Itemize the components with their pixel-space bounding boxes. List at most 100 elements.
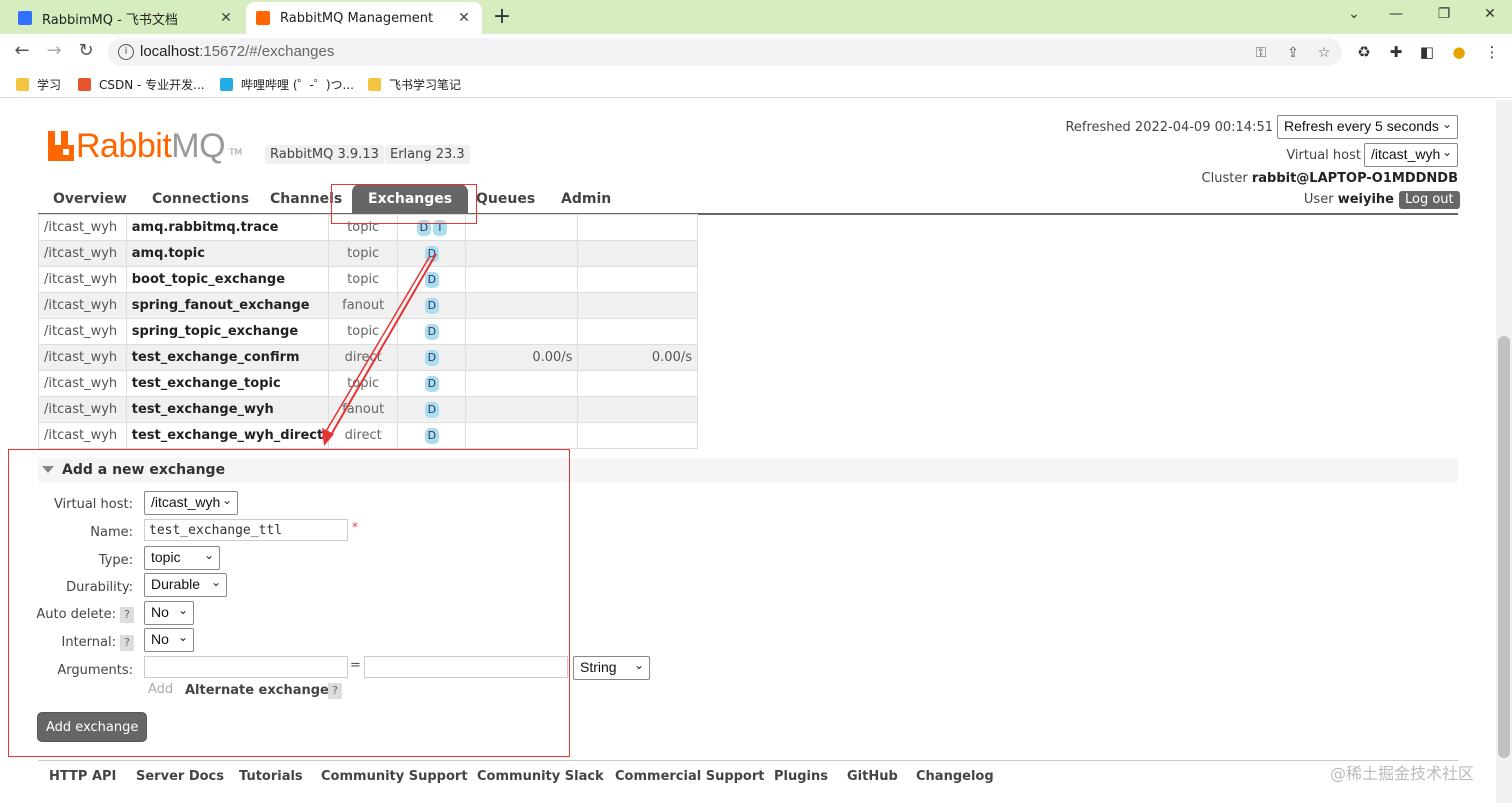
tab-search-icon[interactable]: ⌄ <box>1342 6 1366 22</box>
message-rate-out-cell <box>577 396 698 423</box>
exchange-name-link[interactable]: spring_fanout_exchange <box>125 292 330 319</box>
footer-link-changelog[interactable]: Changelog <box>916 769 994 784</box>
message-rate-in-cell <box>465 318 579 345</box>
annotation-box-add-exchange-form <box>8 449 570 757</box>
rabbitmq-logo-mark-icon <box>48 131 74 161</box>
rabbitmq-logo: RabbitMQ TM <box>48 126 242 165</box>
site-info-icon[interactable]: i <box>118 44 134 60</box>
argument-type-value: String <box>580 659 617 675</box>
type-cell: direct <box>328 344 399 371</box>
new-tab-button[interactable]: + <box>490 4 514 30</box>
key-icon[interactable]: ⚿ <box>1252 45 1270 61</box>
table-row[interactable]: /itcast_wyh amq.topic topic D <box>38 240 698 267</box>
features-cell: D <box>397 422 467 449</box>
message-rate-out-cell <box>577 370 698 397</box>
exchange-name-link[interactable]: amq.rabbitmq.trace <box>125 214 330 241</box>
message-rate-out-cell <box>577 318 698 345</box>
logo-rabbit: Rabbit <box>76 126 172 165</box>
address-bar[interactable]: i localhost:15672/#/exchanges ⚿ ⇪ ☆ <box>108 38 1342 66</box>
virtual-host-select[interactable]: /itcast_wyh ⌄ <box>1364 143 1458 167</box>
tab-title: RabbitMQ Management <box>280 10 434 26</box>
close-tab-icon[interactable]: ✕ <box>218 10 234 26</box>
exchange-name-link[interactable]: amq.topic <box>125 240 330 267</box>
footer-link-commercial-support[interactable]: Commercial Support <box>615 769 765 784</box>
table-row[interactable]: /itcast_wyh test_exchange_wyh_direct direc… <box>38 422 698 449</box>
table-row[interactable]: /itcast_wyh test_exchange_topic topic D <box>38 370 698 397</box>
browser-tab-rabbitmq[interactable]: RabbitMQ Management ✕ <box>246 2 482 34</box>
browser-tab-feishu[interactable]: RabbimMQ - 飞书文档 ✕ <box>8 2 244 34</box>
table-row[interactable]: /itcast_wyh test_exchange_confirm direct D 0… <box>38 344 698 371</box>
refreshed-timestamp: Refreshed 2022-04-09 00:14:51 <box>1065 120 1273 135</box>
table-row[interactable]: /itcast_wyh spring_fanout_exchange fanout D <box>38 292 698 319</box>
argument-type-select[interactable]: String ⌄ <box>573 656 650 680</box>
url-path: :15672/#/exchanges <box>199 43 335 60</box>
csdn-icon <box>78 78 91 91</box>
vhost-cell: /itcast_wyh <box>38 266 127 293</box>
extensions-puzzle-icon[interactable]: ✚ <box>1386 43 1406 61</box>
footer-link-plugins[interactable]: Plugins <box>774 769 828 784</box>
footer-link-http-api[interactable]: HTTP API <box>49 769 116 784</box>
features-cell: D <box>397 344 467 371</box>
exchange-name-link[interactable]: test_exchange_confirm <box>125 344 330 371</box>
tab-strip: RabbimMQ - 飞书文档 ✕ RabbitMQ Management ✕ … <box>0 0 1512 34</box>
tab-queues[interactable]: Queues <box>476 184 535 214</box>
vhost-cell: /itcast_wyh <box>38 344 127 371</box>
close-window-button[interactable]: ✕ <box>1478 6 1502 22</box>
vhost-cell: /itcast_wyh <box>38 292 127 319</box>
vhost-cell: /itcast_wyh <box>38 396 127 423</box>
table-row[interactable]: /itcast_wyh test_exchange_wyh fanout D <box>38 396 698 423</box>
forward-arrow-icon[interactable]: → <box>42 40 66 61</box>
exchange-name-link[interactable]: boot_topic_exchange <box>125 266 330 293</box>
back-arrow-icon[interactable]: ← <box>10 40 34 61</box>
vhost-cell: /itcast_wyh <box>38 214 127 241</box>
bookmark-item[interactable]: 飞书学习笔记 <box>368 76 461 93</box>
browser-toolbar: ← → ↻ i localhost:15672/#/exchanges ⚿ ⇪ … <box>0 34 1512 70</box>
close-tab-icon[interactable]: ✕ <box>456 10 472 26</box>
type-cell: topic <box>328 266 399 293</box>
message-rate-out-cell <box>577 240 698 267</box>
features-cell: D <box>397 292 467 319</box>
cluster-info: Cluster rabbit@LAPTOP-O1MDDNDB <box>1202 171 1458 186</box>
message-rate-in-cell <box>465 370 579 397</box>
browser-chrome: RabbimMQ - 飞书文档 ✕ RabbitMQ Management ✕ … <box>0 0 1512 100</box>
user-name: weiyihe <box>1337 192 1394 207</box>
bookmark-item[interactable]: CSDN - 专业开发... <box>78 76 205 93</box>
tab-connections[interactable]: Connections <box>152 184 249 214</box>
table-row[interactable]: /itcast_wyh spring_topic_exchange topic D <box>38 318 698 345</box>
bookmark-item[interactable]: 哔哩哔哩 (゜-゜)つ... <box>220 76 354 93</box>
folder-icon <box>368 78 381 91</box>
exchange-name-link[interactable]: test_exchange_wyh <box>125 396 330 423</box>
bookmark-item[interactable]: 学习 <box>16 76 61 93</box>
profile-avatar-icon[interactable]: ● <box>1449 43 1469 61</box>
exchange-name-link[interactable]: test_exchange_topic <box>125 370 330 397</box>
vhost-cell: /itcast_wyh <box>38 422 127 449</box>
message-rate-in-cell <box>465 214 579 241</box>
reload-icon[interactable]: ↻ <box>74 40 98 61</box>
exchange-name-link[interactable]: spring_topic_exchange <box>125 318 330 345</box>
tab-admin[interactable]: Admin <box>561 184 611 214</box>
chevron-down-icon: ⌄ <box>633 658 644 672</box>
table-row[interactable]: /itcast_wyh boot_topic_exchange topic D <box>38 266 698 293</box>
tab-overview[interactable]: Overview <box>53 184 127 214</box>
scrollbar-thumb[interactable] <box>1498 336 1510 758</box>
feature-badge: D <box>424 427 439 444</box>
footer-link-server-docs[interactable]: Server Docs <box>136 769 224 784</box>
features-cell: D <box>397 266 467 293</box>
refresh-interval-select[interactable]: Refresh every 5 seconds ⌄ <box>1277 115 1458 139</box>
minimize-window-button[interactable]: — <box>1384 6 1408 22</box>
exchange-name-link[interactable]: test_exchange_wyh_direct <box>125 422 330 449</box>
recycle-extension-icon[interactable]: ♻ <box>1354 43 1374 61</box>
logout-button[interactable]: Log out <box>1399 191 1460 209</box>
footer-link-tutorials[interactable]: Tutorials <box>239 769 303 784</box>
side-panel-icon[interactable]: ◧ <box>1417 43 1437 61</box>
bookmark-star-icon[interactable]: ☆ <box>1315 45 1333 61</box>
feature-badge: D <box>424 297 439 314</box>
footer-link-community-slack[interactable]: Community Slack <box>477 769 604 784</box>
type-cell: topic <box>328 370 399 397</box>
footer-link-github[interactable]: GitHub <box>847 769 898 784</box>
feature-badge: D <box>424 349 439 366</box>
more-menu-icon[interactable]: ⋮ <box>1482 43 1502 61</box>
share-icon[interactable]: ⇪ <box>1284 45 1302 61</box>
footer-link-community-support[interactable]: Community Support <box>321 769 468 784</box>
maximize-window-button[interactable]: ❐ <box>1432 6 1456 22</box>
